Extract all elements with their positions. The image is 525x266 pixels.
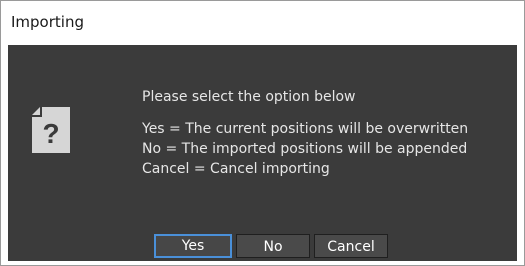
- message-cancel-option: Cancel = Cancel importing: [142, 161, 330, 177]
- svg-text:?: ?: [42, 118, 59, 149]
- yes-button[interactable]: Yes: [154, 234, 232, 258]
- question-document-icon: ?: [32, 107, 70, 153]
- dialog-body: ? Please select the option below Yes = T…: [8, 45, 517, 261]
- message-intro: Please select the option below: [142, 89, 356, 105]
- dialog-message: Please select the option below Yes = The…: [142, 87, 468, 179]
- no-button[interactable]: No: [236, 234, 310, 258]
- dialog-titlebar: Importing: [1, 1, 524, 45]
- message-yes-option: Yes = The current positions will be over…: [142, 121, 469, 137]
- message-no-option: No = The imported positions will be appe…: [142, 141, 468, 157]
- message-spacer: [142, 107, 468, 119]
- import-dialog: Importing ? Please select the option bel…: [0, 0, 525, 266]
- cancel-button[interactable]: Cancel: [314, 234, 388, 258]
- dialog-title: Importing: [11, 13, 84, 31]
